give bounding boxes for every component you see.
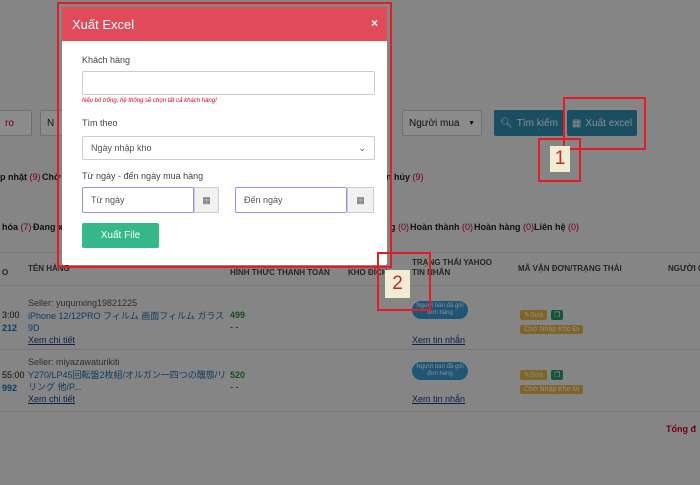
marker-1: 1: [550, 146, 570, 172]
modal-highlight-box: [57, 2, 392, 268]
marker-2: 2: [385, 270, 410, 298]
